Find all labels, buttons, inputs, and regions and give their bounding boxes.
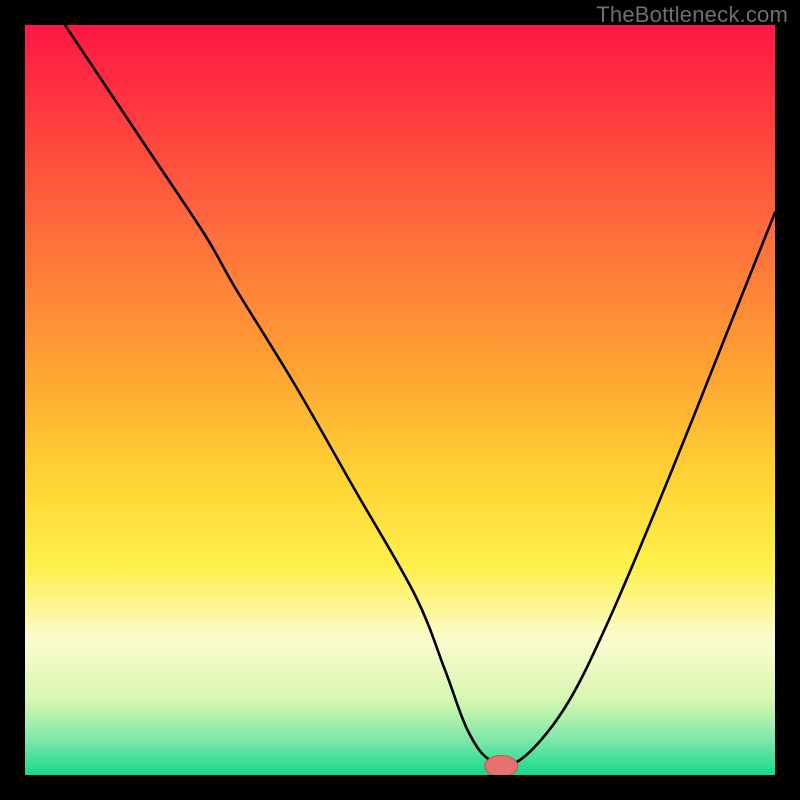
optimal-marker	[485, 756, 518, 776]
plot-area	[25, 25, 775, 775]
bottleneck-chart	[25, 25, 775, 775]
chart-frame: TheBottleneck.com	[0, 0, 800, 800]
gradient-background	[25, 25, 775, 775]
watermark-text: TheBottleneck.com	[596, 2, 788, 28]
